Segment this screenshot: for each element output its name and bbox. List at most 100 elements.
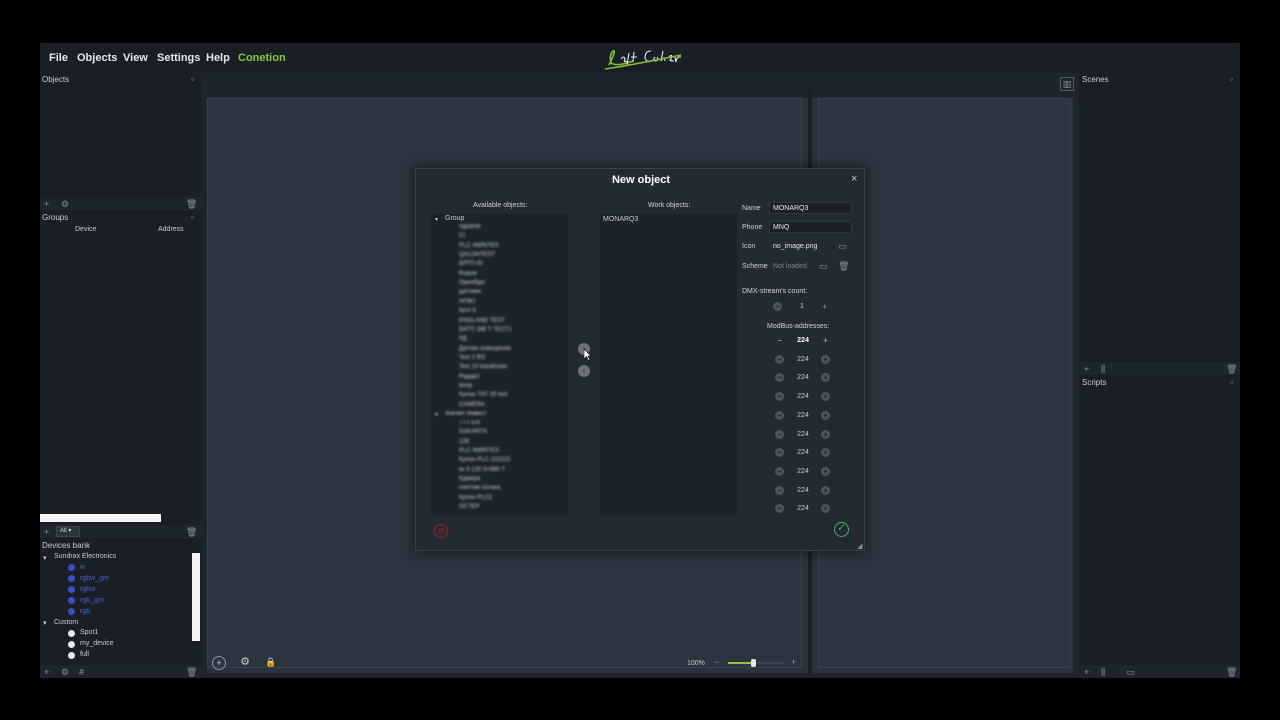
modbus-decrement-button[interactable]: − — [775, 504, 784, 514]
available-object-item[interactable]: GAKARTA — [459, 429, 487, 435]
available-object-item[interactable]: 126 — [459, 439, 469, 445]
modbus-decrement-button[interactable]: − — [775, 392, 784, 402]
available-object-item[interactable]: OCTEP — [459, 504, 480, 510]
available-object-item[interactable]: farm 5 — [459, 308, 476, 314]
menu-view[interactable]: View — [123, 52, 148, 64]
available-object-item[interactable]: датчики — [459, 289, 481, 295]
modbus-decrement-button[interactable]: − — [775, 410, 784, 420]
add-device-icon[interactable]: + — [44, 667, 49, 677]
modbus-increment-button[interactable]: + — [821, 336, 830, 345]
available-object-item[interactable]: Кулон PLC2 — [459, 495, 492, 501]
icon-input[interactable]: no_image.png — [769, 240, 833, 252]
available-object-item[interactable]: Кулон ТАТ 29 test — [459, 392, 508, 398]
tree-expand-icon[interactable]: ▾ — [43, 619, 47, 627]
menu-file[interactable]: File — [49, 52, 68, 64]
bars-icon[interactable]: ⫼ — [1101, 364, 1105, 374]
device-item[interactable]: rgb_gm — [80, 597, 104, 604]
available-object-item[interactable]: PLC 4WRITES — [459, 448, 499, 454]
tree-expand-icon[interactable]: ▾ — [435, 411, 438, 418]
filter-select[interactable]: All ▾ — [56, 526, 80, 537]
groups-column-device[interactable]: Device — [75, 226, 96, 233]
modbus-increment-button[interactable]: + — [821, 410, 830, 420]
trash-icon[interactable]: 🗑 — [1226, 364, 1237, 374]
modbus-increment-button[interactable]: + — [821, 485, 830, 495]
menu-settings[interactable]: Settings — [157, 52, 200, 64]
modbus-address-value[interactable]: 224 — [791, 393, 815, 400]
available-object-item[interactable]: Rubrid — [459, 271, 477, 277]
gear-icon[interactable]: ⚙ — [61, 667, 69, 677]
vendor-node[interactable]: Sundrax Electronics — [54, 553, 116, 560]
groups-scrollbar[interactable] — [40, 514, 161, 522]
gear-icon[interactable]: ⚙ — [61, 199, 69, 209]
trash-icon[interactable]: 🗑 — [186, 667, 197, 677]
folder-icon[interactable]: ▭ — [1126, 667, 1135, 677]
work-objects-list[interactable]: MONARQ3 — [600, 214, 737, 517]
modbus-address-value[interactable]: 224 — [791, 412, 815, 419]
work-object-item[interactable]: MONARQ3 — [603, 216, 638, 223]
modbus-address-value[interactable]: 224 — [791, 374, 815, 381]
available-object-item[interactable]: CI — [459, 233, 465, 239]
available-group[interactable]: Group — [445, 215, 464, 222]
add-scene-button[interactable]: + — [212, 656, 226, 670]
modbus-address-value[interactable]: 224 — [791, 356, 815, 363]
add-object-icon[interactable]: + — [44, 199, 49, 209]
close-icon[interactable]: × — [851, 173, 857, 185]
lock-icon[interactable]: 🔒 — [264, 656, 278, 670]
available-object-item[interactable]: Оренбург — [459, 280, 485, 286]
modbus-address-value[interactable]: 224 — [791, 468, 815, 475]
available-object-item[interactable]: Кулон PLC 222222 — [459, 457, 511, 463]
modbus-decrement-button[interactable]: − — [775, 466, 784, 476]
device-item[interactable]: rgbw_gm — [80, 575, 109, 582]
zoom-out-icon[interactable]: − — [714, 657, 719, 667]
modbus-address-value[interactable]: 224 — [791, 487, 815, 494]
available-object-item[interactable]: ENGLAND TEST — [459, 318, 505, 324]
modbus-address-value[interactable]: 224 — [791, 505, 815, 512]
undock-icon[interactable]: ▫ — [1230, 74, 1233, 84]
modbus-increment-button[interactable]: + — [821, 504, 830, 514]
available-object-item[interactable]: Радар1 — [459, 374, 480, 380]
available-object-item[interactable]: CAMERA — [459, 402, 485, 408]
modbus-decrement-button[interactable]: − — [775, 336, 784, 345]
modbus-increment-button[interactable]: + — [821, 466, 830, 476]
dmx-increment-icon[interactable]: + — [822, 302, 827, 312]
undock-icon[interactable]: ▫ — [191, 74, 194, 84]
modbus-decrement-button[interactable]: − — [775, 448, 784, 458]
name-input[interactable]: MONARQ3 — [769, 202, 852, 214]
trash-icon[interactable]: 🗑 — [186, 199, 197, 209]
add-group-icon[interactable]: + — [44, 527, 49, 537]
available-object-item[interactable]: ngb8nfb — [459, 224, 481, 230]
tree-expand-icon[interactable]: ▾ — [435, 216, 438, 223]
available-object-item[interactable]: Test 10 kazahstan — [459, 364, 507, 370]
custom-device-item[interactable]: full — [80, 651, 89, 658]
ok-button[interactable]: ✓ — [834, 522, 849, 537]
device-item[interactable]: rgbw — [80, 586, 95, 593]
tree-expand-icon[interactable]: ▾ — [43, 554, 47, 562]
available-object-item[interactable]: БРТП-ID — [459, 261, 483, 267]
dmx-decrement-button[interactable]: − — [773, 302, 782, 311]
folder-icon[interactable]: ▭ — [819, 261, 828, 271]
scheme-input[interactable]: Not loaded — [769, 260, 815, 272]
available-object-item[interactable]: Датчик освещения — [459, 346, 511, 352]
trash-icon[interactable]: 🗑 — [838, 261, 849, 271]
trash-icon[interactable]: 🗑 — [1226, 667, 1237, 677]
modbus-decrement-button[interactable]: − — [775, 485, 784, 495]
available-object-item[interactable]: счетчик потока — [459, 485, 500, 491]
device-item[interactable]: w — [80, 564, 85, 571]
devices-scrollbar[interactable] — [192, 553, 200, 641]
trash-icon[interactable]: 🗑 — [186, 527, 197, 537]
available-object-item[interactable]: кк 3-120 3+980 Т — [459, 467, 505, 473]
layout-toggle-icon[interactable]: ▥ — [1060, 77, 1074, 91]
modbus-decrement-button[interactable]: − — [775, 354, 784, 364]
available-object-item[interactable]: РД — [459, 336, 467, 342]
available-object-item[interactable]: QALONTEST — [459, 252, 495, 258]
cancel-button[interactable]: ⊘ — [434, 524, 448, 538]
modbus-decrement-button[interactable]: − — [775, 429, 784, 439]
dmx-count-value[interactable]: 1 — [790, 303, 814, 310]
available-group[interactable]: Магнит Инвест — [445, 411, 487, 417]
modbus-decrement-button[interactable]: − — [775, 373, 784, 383]
device-item[interactable]: rgb — [80, 608, 90, 615]
undock-icon[interactable]: ▫ — [191, 212, 194, 222]
available-object-item[interactable]: Кдмера — [459, 476, 480, 482]
move-left-button[interactable]: ‹ — [578, 365, 590, 377]
groups-column-address[interactable]: Address — [158, 226, 184, 233]
